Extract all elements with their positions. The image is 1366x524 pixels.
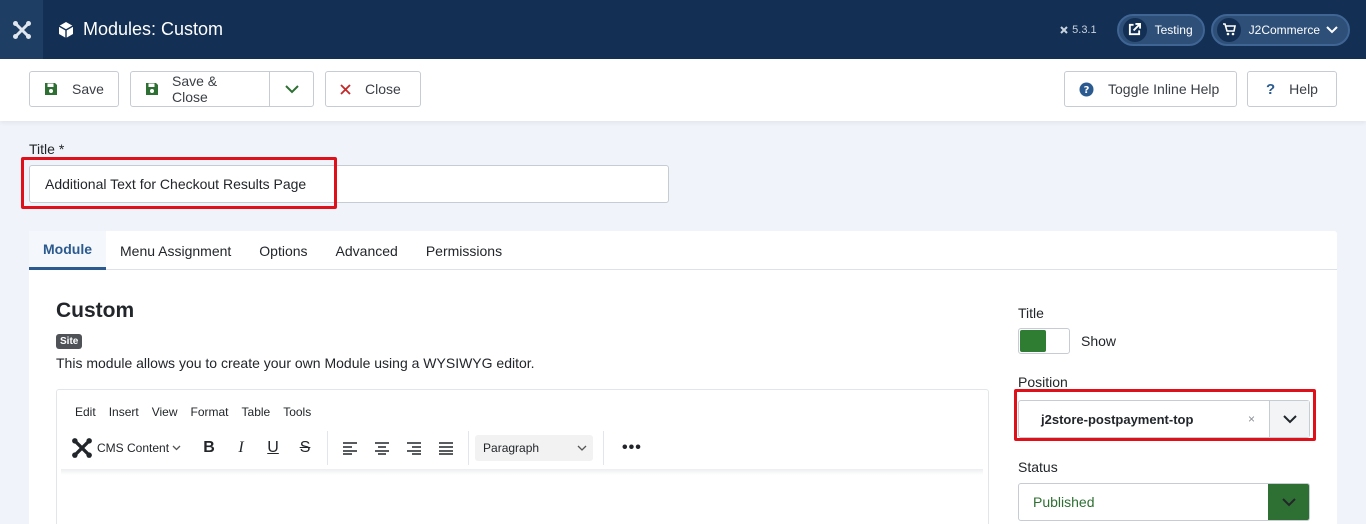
- menu-edit[interactable]: Edit: [75, 405, 96, 419]
- save-close-label: Save & Close: [172, 73, 218, 105]
- status-select[interactable]: Published: [1018, 483, 1310, 521]
- menu-table[interactable]: Table: [242, 405, 271, 419]
- menu-tools[interactable]: Tools: [283, 405, 311, 419]
- title-field-label: Title *: [29, 141, 65, 157]
- cms-content-dropdown[interactable]: CMS Content: [71, 437, 181, 459]
- module-card: Module Menu Assignment Options Advanced …: [29, 231, 1337, 524]
- tab-module[interactable]: Module: [29, 231, 106, 270]
- help-button[interactable]: ? Help: [1247, 71, 1337, 107]
- chevron-down-icon: [577, 445, 587, 451]
- tab-menu-assignment[interactable]: Menu Assignment: [106, 231, 245, 270]
- align-justify-icon[interactable]: [430, 434, 462, 462]
- cube-icon: [57, 21, 75, 39]
- chevron-down-icon: [284, 84, 299, 93]
- editor-toolbar: CMS Content B I U S Paragraph •••: [57, 430, 988, 466]
- position-dropdown-button[interactable]: [1269, 401, 1309, 437]
- position-label: Position: [1018, 374, 1068, 390]
- save-close-group: Save & Close: [130, 71, 314, 107]
- clear-icon[interactable]: ×: [1248, 412, 1255, 426]
- cms-content-label: CMS Content: [97, 441, 170, 455]
- toggle-inline-help-label: Toggle Inline Help: [1108, 81, 1220, 97]
- joomla-logo-icon[interactable]: [0, 0, 43, 59]
- page-title: Modules: Custom: [57, 19, 223, 40]
- version-text: 5.3.1: [1072, 23, 1097, 36]
- close-label: Close: [365, 81, 401, 97]
- strikethrough-button[interactable]: S: [289, 434, 321, 462]
- header-actions: 5.3.1 Testing J2Commerce: [1059, 0, 1350, 59]
- joomla-small-icon: [1060, 25, 1068, 34]
- question-circle-icon: ?: [1079, 82, 1094, 97]
- save-button[interactable]: Save: [29, 71, 119, 107]
- toolbar-separator: [468, 431, 470, 465]
- bold-button[interactable]: B: [193, 434, 225, 462]
- chevron-down-icon: [1326, 25, 1338, 34]
- status-value: Published: [1033, 494, 1095, 510]
- chevron-down-icon: [1281, 497, 1296, 506]
- save-close-button[interactable]: Save & Close: [131, 72, 270, 106]
- block-format-select[interactable]: Paragraph: [475, 435, 594, 461]
- app-header: Modules: Custom 5.3.1 Testing J2Commerce: [0, 0, 1366, 59]
- more-options-icon[interactable]: •••: [622, 439, 642, 457]
- menu-view[interactable]: View: [152, 405, 178, 419]
- chevron-down-icon: [172, 445, 181, 451]
- toggle-knob: [1020, 330, 1046, 352]
- position-select[interactable]: j2store-postpayment-top ×: [1018, 400, 1310, 438]
- question-icon: ?: [1266, 80, 1276, 98]
- underline-button[interactable]: U: [257, 434, 289, 462]
- close-button[interactable]: Close: [325, 71, 421, 107]
- tab-advanced[interactable]: Advanced: [322, 231, 412, 270]
- position-value: j2store-postpayment-top: [1041, 411, 1194, 427]
- version-badge: 5.3.1: [1059, 23, 1097, 36]
- toolbar: Save Save & Close Close ? Toggle Inline …: [0, 59, 1366, 121]
- user-menu-button[interactable]: J2Commerce: [1210, 13, 1350, 46]
- align-left-icon[interactable]: [334, 434, 366, 462]
- tab-bar: Module Menu Assignment Options Advanced …: [29, 231, 1337, 270]
- tab-permissions[interactable]: Permissions: [412, 231, 516, 270]
- title-toggle-label: Title: [1018, 305, 1044, 321]
- close-icon: [340, 83, 351, 95]
- wysiwyg-editor: Edit Insert View Format Table Tools CMS …: [56, 389, 989, 524]
- title-input[interactable]: Additional Text for Checkout Results Pag…: [29, 165, 669, 203]
- save-label: Save: [72, 81, 104, 97]
- title-show-label: Show: [1081, 333, 1117, 349]
- module-description: This module allows you to create your ow…: [56, 355, 535, 371]
- title-show-toggle[interactable]: [1018, 328, 1070, 354]
- editor-menubar: Edit Insert View Format Table Tools: [75, 405, 324, 419]
- save-icon: [44, 82, 58, 96]
- save-icon: [145, 82, 159, 96]
- help-label: Help: [1289, 81, 1318, 97]
- italic-button[interactable]: I: [225, 434, 257, 462]
- block-format-value: Paragraph: [483, 441, 540, 455]
- save-options-dropdown[interactable]: [270, 72, 313, 106]
- chevron-down-icon: [1282, 414, 1297, 423]
- editor-divider: [61, 469, 983, 475]
- toolbar-separator: [327, 431, 329, 465]
- toolbar-separator: [603, 431, 605, 465]
- align-right-icon[interactable]: [398, 434, 430, 462]
- cart-icon: [1216, 17, 1241, 42]
- external-link-icon: [1122, 17, 1147, 42]
- tab-options[interactable]: Options: [245, 231, 321, 270]
- menu-format[interactable]: Format: [191, 405, 229, 419]
- status-dropdown-button[interactable]: [1268, 484, 1309, 520]
- page-title-text: Modules: Custom: [83, 19, 224, 39]
- site-link-button[interactable]: Testing: [1116, 13, 1205, 46]
- site-link-label: Testing: [1154, 22, 1193, 37]
- user-menu-label: J2Commerce: [1248, 22, 1320, 37]
- align-center-icon[interactable]: [366, 434, 398, 462]
- toggle-inline-help-button[interactable]: ? Toggle Inline Help: [1064, 71, 1237, 107]
- joomla-logo-icon: [71, 437, 93, 459]
- status-label: Status: [1018, 459, 1058, 475]
- menu-insert[interactable]: Insert: [109, 405, 139, 419]
- svg-text:?: ?: [1084, 85, 1090, 96]
- site-badge: Site: [56, 334, 83, 349]
- module-heading: Custom: [56, 299, 135, 322]
